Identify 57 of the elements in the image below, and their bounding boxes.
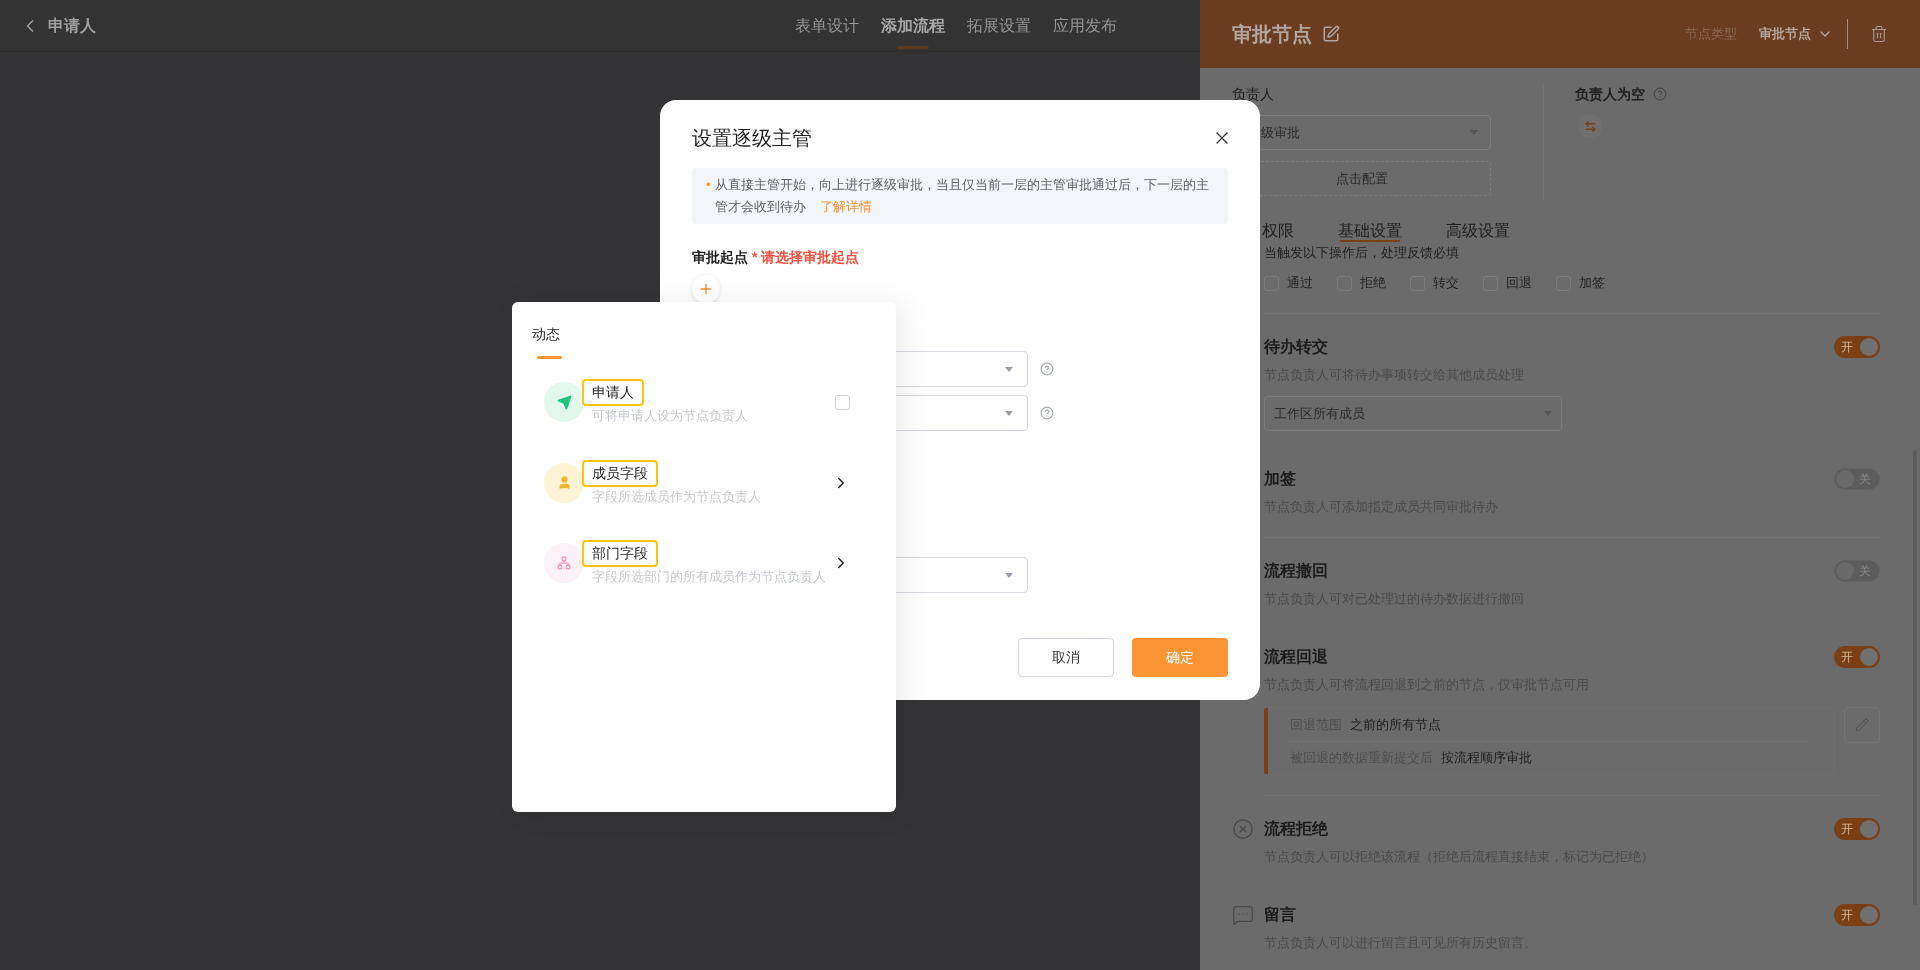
detail-value: 之前的所有节点	[1350, 715, 1441, 734]
item-title: 成员字段	[582, 459, 658, 487]
required-mark: *	[752, 247, 758, 267]
checkbox-option[interactable]: 通过	[1264, 273, 1313, 293]
toggle-switch[interactable]: 开	[1834, 818, 1880, 840]
add-button[interactable]	[692, 275, 720, 303]
toggle-switch[interactable]: 开	[1834, 336, 1880, 358]
pencil-icon	[1855, 718, 1869, 732]
node-type-dropdown[interactable]: 审批节点	[1759, 24, 1833, 44]
checkbox-option[interactable]: 加签	[1556, 273, 1605, 293]
dialog-title: 设置逐级主管	[692, 126, 812, 151]
setting-title: 流程回退	[1264, 647, 1328, 667]
plus-icon	[698, 281, 714, 297]
error-text: 请选择审批起点	[761, 247, 860, 267]
item-title: 部门字段	[582, 540, 658, 567]
learn-more-link[interactable]: 了解详情	[819, 199, 872, 214]
send-icon	[544, 382, 584, 423]
popup-tab[interactable]: 动态	[532, 324, 876, 344]
setting-title: 加签	[1264, 469, 1296, 489]
select-field[interactable]: 工作区所有成员	[1264, 396, 1562, 431]
nav-tab[interactable]: 表单设计	[795, 0, 859, 51]
checkbox-option[interactable]: 转交	[1410, 273, 1459, 293]
settings-tab[interactable]: 高级设置	[1446, 219, 1510, 243]
nav-tab[interactable]: 拓展设置	[967, 0, 1031, 51]
checkbox[interactable]	[835, 394, 850, 410]
message-icon	[1232, 904, 1254, 926]
checkbox-option[interactable]: 拒绝	[1337, 273, 1386, 293]
setting-title: 待办转交	[1264, 337, 1328, 357]
toggle-switch[interactable]: 开	[1834, 646, 1880, 668]
checkbox-option[interactable]: 回退	[1483, 273, 1532, 293]
settings-tab[interactable]: 权限	[1262, 219, 1294, 243]
nav-tab[interactable]: 应用发布	[1053, 0, 1117, 51]
help-icon	[1040, 406, 1054, 420]
setting-title: 流程拒绝	[1264, 819, 1328, 839]
feedback-label: 当触发以下操作后，处理反馈必填	[1264, 244, 1460, 262]
field-label: 负责人	[1232, 85, 1275, 104]
field-label: 审批起点	[692, 247, 748, 267]
page-title: 申请人	[48, 15, 96, 36]
settings-tab[interactable]: 基础设置	[1338, 219, 1402, 243]
confirm-button[interactable]: 确定	[1132, 638, 1228, 677]
help-icon	[1653, 87, 1667, 101]
setting-title: 流程撤回	[1264, 561, 1328, 581]
detail-value: 按流程顺序审批	[1441, 749, 1532, 768]
item-title: 申请人	[582, 379, 644, 406]
notice-text: 从直接主管开始，向上进行逐级审批，当且仅当前一层的主管审批通过后，下一层的主管才会收到待办 了解详情	[714, 176, 1210, 216]
person-icon	[544, 462, 584, 503]
org-chart-icon	[544, 543, 584, 584]
cancel-button[interactable]: 取消	[1018, 638, 1114, 677]
bullet: •	[706, 176, 711, 194]
close-circle-icon	[1232, 818, 1254, 840]
help-icon	[1040, 362, 1054, 376]
trash-icon[interactable]	[1870, 25, 1888, 43]
nav-tab[interactable]: 添加流程	[881, 0, 945, 51]
field-label: 负责人为空	[1575, 84, 1645, 104]
toggle-switch[interactable]: 开	[1834, 904, 1880, 926]
edit-icon[interactable]	[1322, 25, 1340, 43]
setting-title: 留言	[1264, 905, 1296, 925]
